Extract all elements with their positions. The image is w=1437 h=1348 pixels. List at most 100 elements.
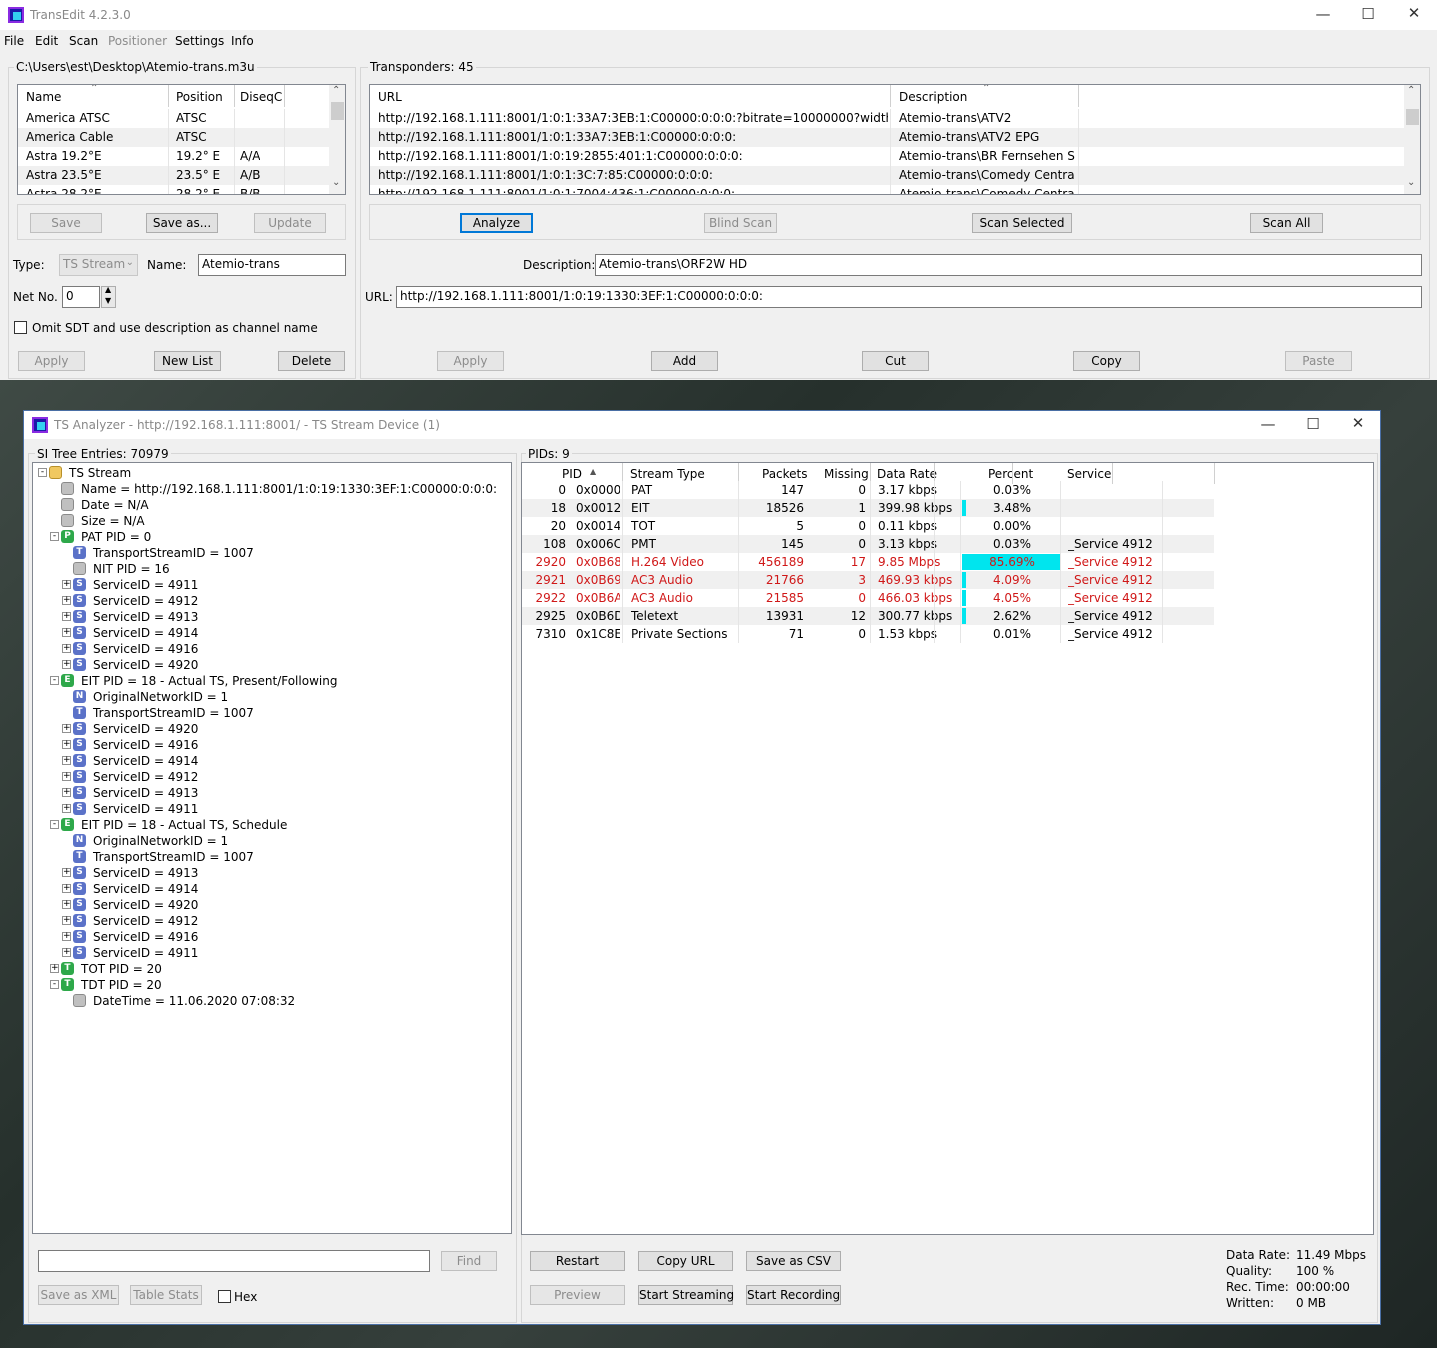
scroll-thumb[interactable] bbox=[1406, 109, 1419, 125]
tree-node[interactable]: + S ServiceID = 4914 bbox=[33, 625, 511, 641]
paste-button[interactable]: Paste bbox=[1285, 351, 1352, 371]
title-bar[interactable]: TransEdit 4.2.3.0 — ☐ ✕ bbox=[0, 0, 1437, 30]
menu-positioner[interactable]: Positioner bbox=[108, 34, 167, 48]
tree-node[interactable]: + S ServiceID = 4912 bbox=[33, 593, 511, 609]
col-header-service[interactable]: Service bbox=[1067, 467, 1111, 481]
table-row[interactable]: http://192.168.1.111:8001/1:0:19:2855:40… bbox=[370, 147, 1404, 166]
pid-list[interactable]: PID Stream Type Packets Missing Data Rate Per… bbox=[521, 462, 1374, 1235]
expand-icon[interactable]: + bbox=[62, 580, 71, 589]
scroll-up-icon[interactable]: ⌃ bbox=[1407, 85, 1415, 96]
start-recording-button[interactable]: Start Recording bbox=[746, 1285, 841, 1305]
tree-node[interactable]: Date = N/A bbox=[33, 497, 511, 513]
col-header-pid[interactable]: PID bbox=[562, 467, 582, 481]
expand-icon[interactable]: + bbox=[62, 932, 71, 941]
find-input[interactable] bbox=[38, 1250, 430, 1272]
tree-node[interactable]: - E EIT PID = 18 - Actual TS, Schedule bbox=[33, 817, 511, 833]
tree-node[interactable]: + S ServiceID = 4916 bbox=[33, 641, 511, 657]
update-button[interactable]: Update bbox=[254, 213, 326, 233]
expand-icon[interactable]: + bbox=[62, 804, 71, 813]
name-field[interactable]: Atemio-trans bbox=[198, 254, 346, 276]
list-item[interactable]: America ATSC ATSC bbox=[18, 109, 329, 128]
tree-node[interactable]: NIT PID = 16 bbox=[33, 561, 511, 577]
expand-icon[interactable]: + bbox=[62, 756, 71, 765]
scroll-down-icon[interactable]: ⌄ bbox=[332, 177, 340, 188]
table-row[interactable]: http://192.168.1.111:8001/1:0:1:3C:7:85:… bbox=[370, 166, 1404, 185]
expand-icon[interactable]: + bbox=[62, 724, 71, 733]
expand-icon[interactable]: + bbox=[62, 660, 71, 669]
table-row[interactable]: 2921 0x0B69 AC3 Audio 21766 3 469.93 kbps 4.09… bbox=[522, 571, 1214, 589]
minimize-icon[interactable]: — bbox=[1258, 415, 1278, 433]
net-no-stepper[interactable]: ▲ ▼ bbox=[101, 285, 116, 308]
expand-icon[interactable]: + bbox=[62, 868, 71, 877]
menu-edit[interactable]: Edit bbox=[35, 34, 58, 48]
table-row[interactable]: http://192.168.1.111:8001/1:0:1:33A7:3EB… bbox=[370, 128, 1404, 147]
tree-node[interactable]: + S ServiceID = 4913 bbox=[33, 785, 511, 801]
col-header-missing[interactable]: Missing bbox=[824, 467, 869, 481]
blind-scan-button[interactable]: Blind Scan bbox=[704, 213, 777, 233]
collapse-icon[interactable]: - bbox=[50, 532, 59, 541]
find-button[interactable]: Find bbox=[441, 1251, 497, 1271]
scan-all-button[interactable]: Scan All bbox=[1250, 213, 1323, 233]
cut-button[interactable]: Cut bbox=[862, 351, 929, 371]
scroll-thumb[interactable] bbox=[331, 102, 344, 120]
tree-node[interactable]: - TS Stream bbox=[33, 465, 511, 481]
table-row[interactable]: 20 0x0014 TOT 5 0 0.11 kbps 0.00% bbox=[522, 517, 1214, 535]
tree-node[interactable]: T TransportStreamID = 1007 bbox=[33, 849, 511, 865]
si-tree[interactable]: - TS Stream Name = http://192.168.1.111:80… bbox=[32, 462, 512, 1234]
satellite-list[interactable]: Name Position DiseqC ⌃ America ATSC ATSC A… bbox=[17, 84, 346, 195]
collapse-icon[interactable]: - bbox=[50, 676, 59, 685]
description-field[interactable]: Atemio-trans\ORF2W HD bbox=[595, 254, 1422, 276]
expand-icon[interactable]: + bbox=[62, 596, 71, 605]
tree-node[interactable]: + S ServiceID = 4913 bbox=[33, 609, 511, 625]
net-no-field[interactable]: 0 bbox=[62, 286, 100, 308]
tree-node[interactable]: + T TOT PID = 20 bbox=[33, 961, 511, 977]
analyze-button[interactable]: Analyze bbox=[460, 213, 533, 233]
copy-button[interactable]: Copy bbox=[1073, 351, 1140, 371]
expand-icon[interactable]: + bbox=[62, 612, 71, 621]
tree-node[interactable]: + S ServiceID = 4914 bbox=[33, 753, 511, 769]
tree-node[interactable]: + S ServiceID = 4914 bbox=[33, 881, 511, 897]
type-select[interactable]: TS Stream ⌄ bbox=[59, 254, 138, 276]
analyzer-title-bar[interactable]: TS Analyzer - http://192.168.1.111:8001/… bbox=[24, 411, 1380, 439]
start-streaming-button[interactable]: Start Streaming bbox=[638, 1285, 734, 1305]
tree-node[interactable]: + S ServiceID = 4912 bbox=[33, 913, 511, 929]
col-header-position[interactable]: Position bbox=[176, 90, 223, 104]
expand-icon[interactable]: + bbox=[62, 740, 71, 749]
expand-icon[interactable]: + bbox=[62, 948, 71, 957]
save-as-xml-button[interactable]: Save as XML bbox=[38, 1285, 119, 1305]
col-header-description[interactable]: Description bbox=[899, 90, 967, 104]
tree-node[interactable]: T TransportStreamID = 1007 bbox=[33, 545, 511, 561]
minimize-icon[interactable]: — bbox=[1313, 5, 1333, 23]
omit-sdt-label[interactable]: Omit SDT and use description as channel … bbox=[32, 321, 318, 335]
hex-checkbox[interactable] bbox=[218, 1290, 231, 1303]
tree-node[interactable]: N OriginalNetworkID = 1 bbox=[33, 689, 511, 705]
expand-icon[interactable]: + bbox=[62, 628, 71, 637]
collapse-icon[interactable]: - bbox=[38, 468, 47, 477]
close-icon[interactable]: ✕ bbox=[1404, 4, 1424, 22]
tree-node[interactable]: T TransportStreamID = 1007 bbox=[33, 705, 511, 721]
add-button[interactable]: Add bbox=[651, 351, 718, 371]
table-row[interactable]: http://192.168.1.111:8001/1:0:1:7004:436… bbox=[370, 185, 1404, 194]
tree-node[interactable]: + S ServiceID = 4911 bbox=[33, 801, 511, 817]
expand-icon[interactable]: + bbox=[62, 772, 71, 781]
list-item[interactable]: Astra 19.2°E 19.2° E A/A bbox=[18, 147, 329, 166]
expand-icon[interactable]: + bbox=[62, 884, 71, 893]
tree-node[interactable]: + S ServiceID = 4916 bbox=[33, 737, 511, 753]
save-button[interactable]: Save bbox=[30, 213, 102, 233]
table-row[interactable]: 18 0x0012 EIT 18526 1 399.98 kbps 3.48% bbox=[522, 499, 1214, 517]
tree-node[interactable]: + S ServiceID = 4911 bbox=[33, 945, 511, 961]
table-row[interactable]: http://192.168.1.111:8001/1:0:1:33A7:3EB… bbox=[370, 109, 1404, 128]
satellite-list-scrollbar[interactable]: ⌃ ⌄ bbox=[329, 85, 345, 194]
col-header-url[interactable]: URL bbox=[378, 90, 402, 104]
col-header-data-rate[interactable]: Data Rate bbox=[877, 467, 937, 481]
tree-node[interactable]: + S ServiceID = 4913 bbox=[33, 865, 511, 881]
list-item[interactable]: Astra 28.2°E 28.2° E B/B bbox=[18, 185, 329, 194]
expand-icon[interactable]: + bbox=[62, 900, 71, 909]
scroll-down-icon[interactable]: ⌄ bbox=[1407, 177, 1415, 188]
apply-left-button[interactable]: Apply bbox=[18, 351, 85, 371]
tree-node[interactable]: + S ServiceID = 4912 bbox=[33, 769, 511, 785]
collapse-icon[interactable]: - bbox=[50, 980, 59, 989]
col-header-stream-type[interactable]: Stream Type bbox=[630, 467, 705, 481]
menu-info[interactable]: Info bbox=[231, 34, 254, 48]
tree-node[interactable]: + S ServiceID = 4920 bbox=[33, 657, 511, 673]
